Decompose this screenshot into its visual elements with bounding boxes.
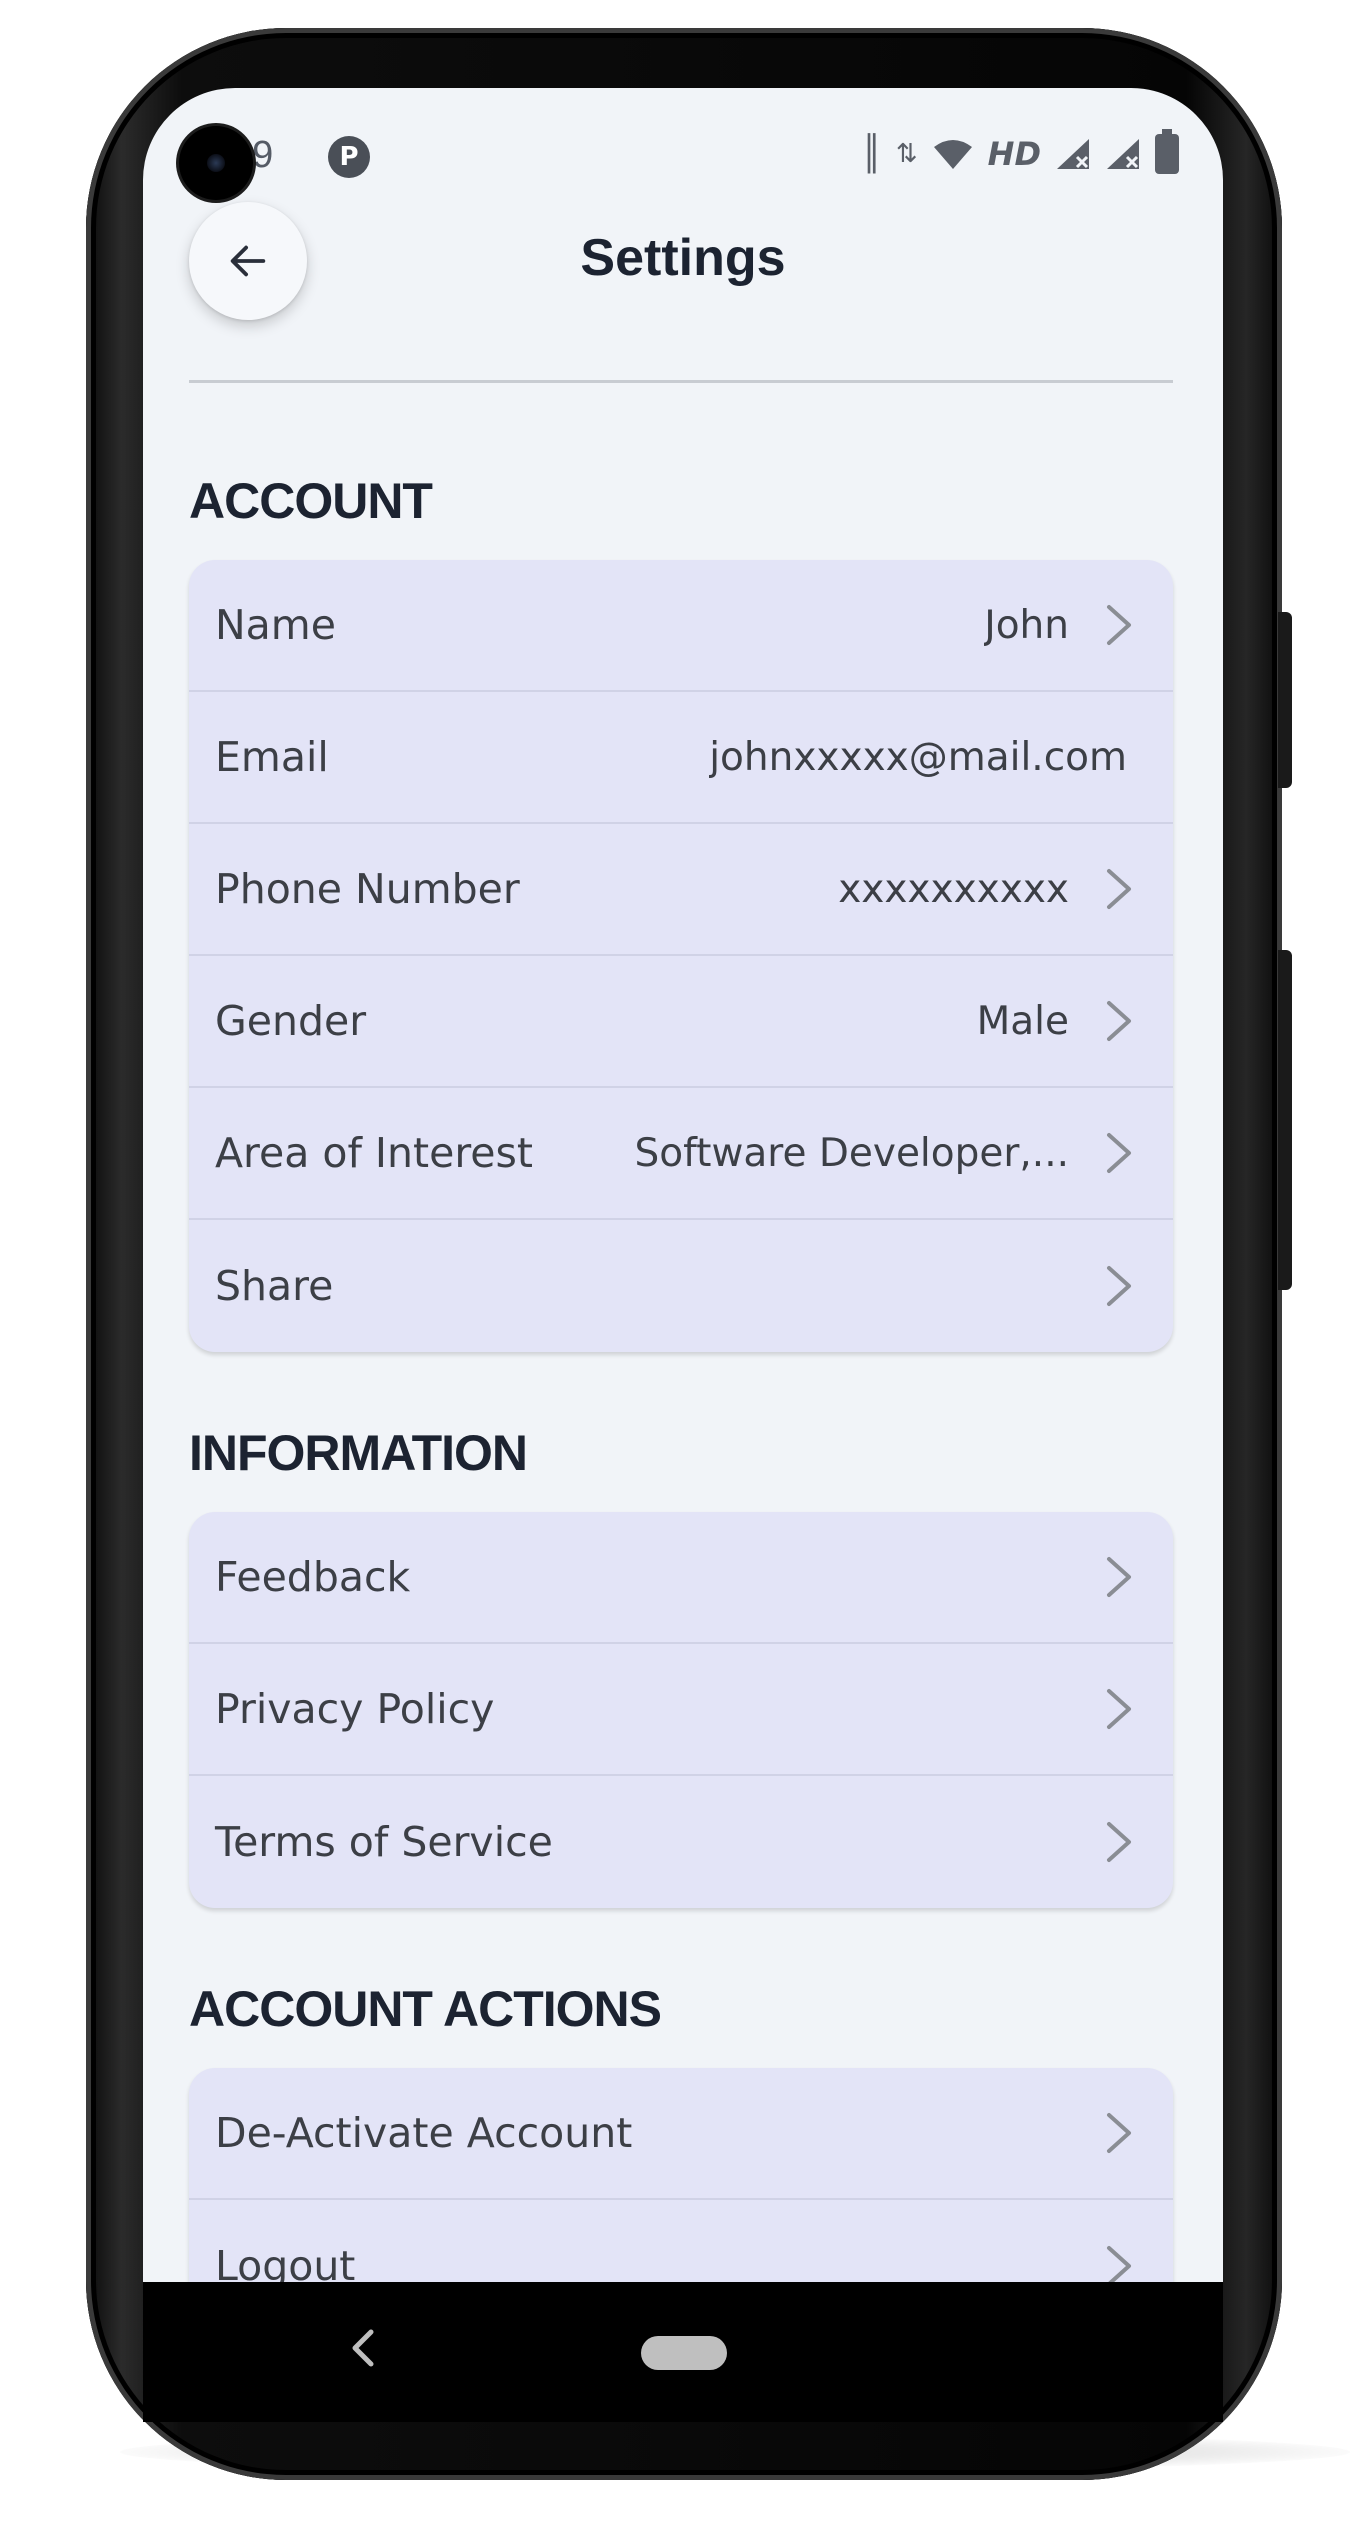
settings-row-area-of-interest[interactable]: Area of Interest Software Developer,...: [189, 1088, 1173, 1220]
wifi-icon: [933, 140, 972, 169]
row-label: Feedback: [215, 1553, 411, 1601]
settings-row-feedback[interactable]: Feedback: [189, 1512, 1173, 1644]
settings-row-name[interactable]: Name John: [189, 560, 1173, 692]
row-label: Name: [215, 601, 336, 649]
settings-row-logout[interactable]: Logout: [189, 2200, 1173, 2288]
settings-row-email[interactable]: Email johnxxxxx@mail.com: [189, 692, 1173, 824]
chevron-right-icon: [1107, 1822, 1131, 1862]
row-value: johnxxxxx@mail.com: [709, 734, 1127, 780]
row-label: Gender: [215, 997, 367, 1045]
power-button: [1278, 950, 1292, 1290]
app-notification-icon: P: [328, 136, 370, 178]
row-label: Phone Number: [215, 865, 520, 913]
header-divider: [189, 380, 1173, 383]
information-card: Feedback Privacy Policy Terms of Service: [189, 1512, 1173, 1908]
row-label: Terms of Service: [215, 1818, 553, 1866]
system-navigation-bar: [143, 2282, 1223, 2422]
volume-button: [1278, 612, 1292, 788]
chevron-right-icon: [1107, 1001, 1131, 1041]
settings-row-phone-number[interactable]: Phone Number xxxxxxxxxx: [189, 824, 1173, 956]
settings-row-privacy-policy[interactable]: Privacy Policy: [189, 1644, 1173, 1776]
status-bar: 11:59 P ║ ⇅ HD: [143, 114, 1223, 194]
chevron-right-icon: [1107, 1689, 1131, 1729]
row-label: Email: [215, 733, 329, 781]
settings-row-gender[interactable]: Gender Male: [189, 956, 1173, 1088]
row-label: De-Activate Account: [215, 2109, 633, 2157]
row-label: Privacy Policy: [215, 1685, 495, 1733]
row-value: Male: [976, 998, 1069, 1044]
chevron-right-icon: [1107, 1266, 1131, 1306]
settings-screen: 11:59 P ║ ⇅ HD Settings ACCOUNT: [143, 88, 1223, 2288]
row-label: Share: [215, 1262, 334, 1310]
section-title-account: ACCOUNT: [189, 473, 433, 529]
chevron-right-icon: [1107, 1557, 1131, 1597]
chevron-right-icon: [1107, 2113, 1131, 2153]
row-label: Area of Interest: [215, 1129, 533, 1177]
signal-icon: [1107, 139, 1139, 169]
chevron-right-icon: [1107, 605, 1131, 645]
row-value: Software Developer,...: [634, 1130, 1069, 1176]
chevron-right-icon: [1107, 869, 1131, 909]
settings-row-deactivate-account[interactable]: De-Activate Account: [189, 2068, 1173, 2200]
row-value: John: [984, 602, 1069, 648]
page-title: Settings: [580, 229, 786, 287]
chevron-right-icon: [1107, 1133, 1131, 1173]
settings-row-share[interactable]: Share: [189, 1220, 1173, 1352]
nav-home-pill[interactable]: [641, 2336, 727, 2370]
status-icons: ║ ⇅ HD: [861, 129, 1179, 176]
section-title-information: INFORMATION: [189, 1425, 528, 1481]
vibrate-icon: ║: [861, 134, 882, 174]
account-actions-card: De-Activate Account Logout: [189, 2068, 1173, 2288]
battery-icon: [1155, 129, 1179, 174]
row-value: xxxxxxxxxx: [838, 866, 1069, 912]
settings-row-terms-of-service[interactable]: Terms of Service: [189, 1776, 1173, 1908]
section-title-account-actions: ACCOUNT ACTIONS: [189, 1981, 662, 2037]
signal-icon: [1057, 139, 1089, 169]
network-type-label: HD: [987, 135, 1041, 173]
data-arrows-icon: ⇅: [895, 139, 918, 169]
nav-back-icon[interactable]: [333, 2318, 393, 2378]
front-camera: [179, 126, 253, 200]
account-card: Name John Email johnxxxxx@mail.com Phone…: [189, 560, 1173, 1352]
